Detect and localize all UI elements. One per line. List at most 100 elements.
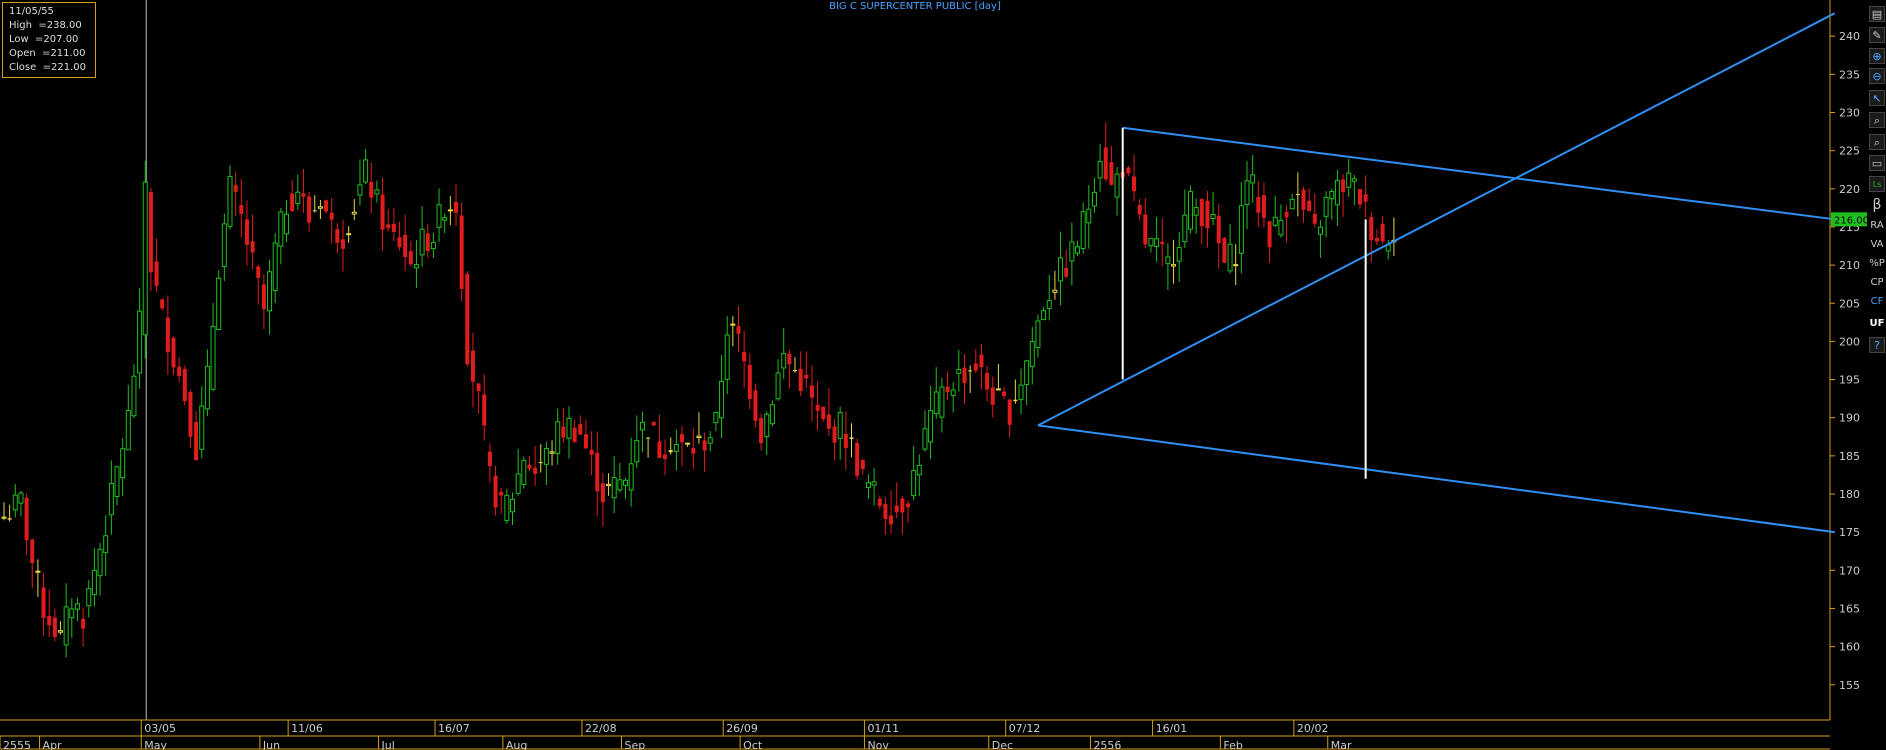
candle-body-down — [465, 273, 470, 365]
x-tick-label-month: 2555 — [3, 739, 31, 750]
pp-button[interactable]: %P — [1869, 256, 1885, 272]
candle-body-down — [849, 437, 854, 440]
candle-body-down — [843, 434, 848, 448]
candle-body-down — [736, 326, 741, 334]
candle-body-up — [1058, 257, 1064, 282]
candle-body-down — [454, 202, 458, 213]
candle-body-up — [278, 211, 284, 247]
window-icon[interactable]: ▭ — [1869, 155, 1885, 171]
magnifier-minus-icon[interactable]: ⌕ — [1869, 134, 1885, 150]
candle-body-up — [865, 482, 871, 488]
help-icon[interactable]: ? — [1869, 337, 1885, 353]
candle-body-down — [24, 497, 29, 541]
candle-body-up — [623, 479, 628, 486]
y-tick-label: 190 — [1839, 412, 1860, 425]
candle-body-down — [900, 498, 905, 513]
cf-button[interactable]: CF — [1869, 294, 1885, 310]
candle-body-down — [487, 451, 492, 467]
candle-body-down — [793, 370, 797, 372]
zoom-out-circle-icon[interactable]: ⊖ — [1869, 68, 1885, 84]
candle-body-up — [1334, 179, 1340, 206]
candle-body-down — [1358, 189, 1362, 205]
candle-body-up — [871, 481, 877, 486]
x-tick-label-date: 03/05 — [144, 722, 176, 735]
x-tick-label-date: 11/06 — [291, 722, 323, 735]
y-tick-label: 195 — [1839, 374, 1860, 387]
x-tick-label-month: Feb — [1223, 739, 1242, 750]
zoom-in-circle-icon[interactable]: ⊕ — [1869, 48, 1885, 64]
candle-body-up — [1171, 264, 1177, 267]
cp-button[interactable]: CP — [1869, 275, 1885, 291]
candle-body-down — [979, 354, 984, 368]
candle-body-down — [889, 515, 894, 525]
candle-body-up — [419, 228, 425, 256]
candle-body-up — [606, 483, 612, 487]
candle-body-down — [990, 387, 995, 405]
y-tick-label: 160 — [1839, 641, 1860, 654]
candle-body-down — [804, 374, 809, 379]
candle-body-up — [764, 413, 770, 438]
candle-body-down — [1312, 213, 1317, 224]
candle-body-down — [646, 437, 651, 439]
candle-body-down — [973, 363, 978, 371]
candle-body-up — [1244, 180, 1250, 206]
magnifier-plus-icon[interactable]: ⌕ — [1869, 112, 1885, 128]
candle-body-down — [945, 386, 950, 393]
ra-button[interactable]: RA — [1869, 218, 1885, 234]
candle-body-down — [307, 196, 312, 223]
beta-button[interactable]: β — [1869, 197, 1885, 213]
candle-body-up — [1238, 205, 1244, 254]
candle-body-down — [1143, 214, 1148, 245]
candle-body-down — [148, 192, 153, 273]
candle-body-up — [1097, 160, 1103, 179]
candle-body-up — [221, 223, 227, 267]
candle-body-up — [730, 323, 736, 326]
x-tick-label-month: Nov — [867, 739, 889, 750]
edit-icon[interactable]: ✎ — [1869, 27, 1885, 43]
y-tick-label: 205 — [1839, 297, 1860, 310]
candle-body-up — [1035, 320, 1041, 348]
y-tick-label: 235 — [1839, 68, 1860, 81]
price-chart[interactable]: 1551601651701751801851901952002052102152… — [0, 0, 1886, 750]
candle-body-up — [86, 588, 92, 607]
candle-body-down — [182, 369, 187, 402]
last-price-label: 216.00 — [1834, 215, 1869, 226]
trend-line — [1122, 126, 1835, 221]
candle-body-down — [1013, 399, 1018, 402]
candle-body-up — [713, 411, 719, 424]
candle-body-up — [1029, 341, 1035, 367]
candle-body-up — [1114, 173, 1120, 198]
candle-body-down — [668, 450, 673, 453]
candle-body-up — [58, 630, 63, 633]
y-tick-label: 240 — [1839, 30, 1860, 43]
candle-body-up — [442, 217, 448, 221]
ls-icon[interactable]: Ls — [1869, 176, 1885, 192]
y-tick-label: 225 — [1839, 145, 1860, 158]
candle-body-up — [18, 492, 24, 504]
candle-body-up — [272, 242, 278, 292]
candle-body-up — [227, 175, 233, 227]
va-button[interactable]: VA — [1869, 237, 1885, 253]
candle-body-down — [459, 215, 464, 289]
candle-body-down — [1374, 237, 1379, 242]
bar-chart-icon[interactable]: ▤ — [1869, 6, 1885, 22]
candle-body-up — [1018, 384, 1024, 401]
candle-body-down — [47, 615, 52, 626]
candle-body-down — [1380, 223, 1385, 242]
candle-body-down — [397, 237, 402, 248]
candle-body-up — [374, 189, 380, 195]
candle-body-down — [815, 404, 820, 411]
uf-button[interactable]: UF — [1869, 316, 1885, 332]
candle-body-up — [1193, 207, 1199, 216]
candle-body-up — [696, 435, 702, 439]
candle-body-down — [482, 394, 487, 426]
candle-body-down — [663, 454, 668, 459]
candle-body-up — [317, 206, 323, 209]
candle-body-up — [837, 412, 843, 439]
candle-body-up — [103, 535, 109, 554]
candle-body-up — [1052, 289, 1058, 293]
candle-body-down — [301, 193, 306, 197]
cursor-icon[interactable]: ↖ — [1869, 90, 1885, 106]
candle-body-up — [114, 466, 120, 498]
x-tick-label-month: Mar — [1331, 739, 1352, 750]
